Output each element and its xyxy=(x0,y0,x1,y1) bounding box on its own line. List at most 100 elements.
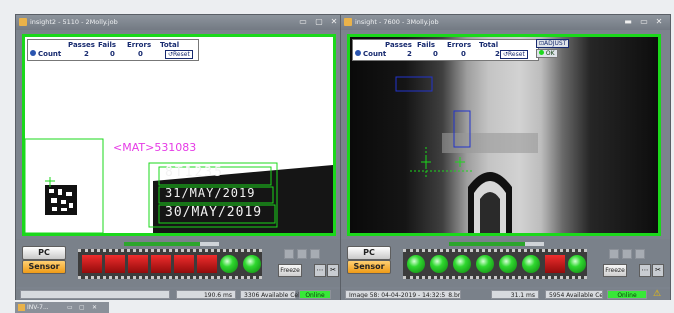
filmstrip-cell-red[interactable] xyxy=(174,255,194,273)
date-text-2: 30/MAY/2019 xyxy=(165,205,263,220)
adjust-button[interactable]: ⊡ADJUST xyxy=(536,39,570,48)
filmstrip-cell-red[interactable] xyxy=(128,255,148,273)
acquisition-progress xyxy=(449,242,544,246)
locate-tool-box xyxy=(395,76,433,92)
restore-icon[interactable]: ▢ xyxy=(314,17,324,27)
passes-header: Passes xyxy=(385,41,412,49)
insight-app-icon xyxy=(19,18,27,26)
progress-fill xyxy=(124,242,200,246)
control-panel: PC Sensor Freeze ⋯ ✂ xyxy=(341,239,670,287)
minimized-window-label: INV-7... xyxy=(27,304,49,311)
minimized-window-tab[interactable]: INV-7... ▭ ▢ ✕ xyxy=(15,302,109,313)
inspection-image xyxy=(25,138,333,233)
filmstrip-cell-green[interactable] xyxy=(499,255,517,273)
view-mode-icon-1[interactable] xyxy=(609,249,619,259)
filmstrip-cell-green[interactable] xyxy=(407,255,425,273)
warning-icon[interactable]: ⚠ xyxy=(653,289,661,299)
freeze-button[interactable]: Freeze xyxy=(603,264,627,277)
fails-header: Fails xyxy=(98,41,117,49)
status-bar: 190.6 ms 3306 Available Cells Online xyxy=(16,289,345,300)
total-header: Total xyxy=(160,41,180,49)
filmstrip-cell-red[interactable] xyxy=(105,255,125,273)
filmstrip-cell-red[interactable] xyxy=(197,255,217,273)
filmstrip-cell-green[interactable] xyxy=(476,255,494,273)
window-titlebar[interactable]: insight2 - 5110 - 2Molly.job ▭ ▢ ✕ xyxy=(16,15,345,30)
errors-header: Errors xyxy=(447,41,472,49)
filmstrip-cell-red[interactable] xyxy=(82,255,102,273)
filmstrip-cell-green[interactable] xyxy=(522,255,540,273)
status-bar: Image 58: 04-04-2019 - 14:32:5_8.bmp 31.… xyxy=(341,289,670,300)
total-header: Total xyxy=(479,41,499,49)
minimize-icon[interactable]: ▭ xyxy=(298,17,308,27)
count-label: Count xyxy=(38,50,62,58)
close-icon[interactable]: ✕ xyxy=(654,17,664,27)
settings-icon[interactable]: ⋯ xyxy=(314,264,326,277)
filmstrip-cell-green[interactable] xyxy=(430,255,448,273)
camera-image-view[interactable]: Count Passes Fails Errors Total 2 0 0 2 … xyxy=(347,34,661,236)
adjust-label: ADJUST xyxy=(544,40,567,47)
pc-button[interactable]: PC xyxy=(22,246,66,260)
errors-value: 0 xyxy=(138,50,143,58)
filmstrip-cell-red[interactable] xyxy=(545,255,565,273)
sensor-button[interactable]: Sensor xyxy=(347,260,391,274)
date-text-1: 31/MAY/2019 xyxy=(165,186,256,200)
minimize-icon[interactable]: ▬ xyxy=(623,17,633,27)
inspection-image xyxy=(395,76,538,233)
status-cells: 5954 Available Cells xyxy=(545,290,603,299)
fails-value: 0 xyxy=(110,50,115,58)
view-mode-icon-2[interactable] xyxy=(297,249,307,259)
minimize-icon[interactable]: ▭ xyxy=(67,302,73,313)
status-message xyxy=(20,290,170,299)
view-mode-icon-2[interactable] xyxy=(622,249,632,259)
view-mode-icon-3[interactable] xyxy=(310,249,320,259)
filmstrip-cell-green[interactable] xyxy=(453,255,471,273)
filmstrip[interactable] xyxy=(403,249,587,279)
filmstrip[interactable] xyxy=(78,249,262,279)
count-label: Count xyxy=(363,50,387,58)
datamatrix-code xyxy=(45,185,77,215)
count-icon xyxy=(355,50,361,56)
status-cells: 3306 Available Cells xyxy=(240,290,305,299)
insight-window-5110[interactable]: insight2 - 5110 - 2Molly.job ▭ ▢ ✕ <MAT>… xyxy=(15,14,346,300)
insight-window-7600[interactable]: insight - 7600 - 3Molly.job ▬ ▭ ✕ Count … xyxy=(340,14,671,300)
camera-image-view[interactable]: <MAT>531083 8T1235 31/MAY/2019 30/MAY/20… xyxy=(22,34,336,236)
tools-icon[interactable]: ✂ xyxy=(327,264,339,277)
restore-icon[interactable]: ▢ xyxy=(79,302,85,313)
control-panel: PC Sensor Freeze ⋯ ✂ xyxy=(16,239,345,287)
pc-button[interactable]: PC xyxy=(347,246,391,260)
tools-icon[interactable]: ✂ xyxy=(652,264,664,277)
passes-header: Passes xyxy=(68,41,95,49)
restore-icon[interactable]: ▭ xyxy=(639,17,649,27)
sensor-button[interactable]: Sensor xyxy=(22,260,66,274)
errors-header: Errors xyxy=(127,41,152,49)
filmstrip-cell-green[interactable] xyxy=(243,255,261,273)
filmstrip-cell-red[interactable] xyxy=(151,255,171,273)
window-title: insight - 7600 - 3Molly.job xyxy=(355,18,439,26)
reset-button[interactable]: ↺Reset xyxy=(165,50,193,59)
close-icon[interactable]: ✕ xyxy=(92,302,97,313)
fails-header: Fails xyxy=(417,41,436,49)
settings-icon[interactable]: ⋯ xyxy=(639,264,651,277)
progress-fill xyxy=(449,242,525,246)
ok-indicator: OK xyxy=(536,49,558,58)
ok-label: OK xyxy=(545,50,555,57)
view-mode-icon-3[interactable] xyxy=(635,249,645,259)
acquisition-progress xyxy=(124,242,219,246)
close-icon[interactable]: ✕ xyxy=(329,17,339,27)
passes-value: 2 xyxy=(84,50,89,58)
window-title: insight2 - 5110 - 2Molly.job xyxy=(30,18,118,26)
filmstrip-cell-green[interactable] xyxy=(568,255,586,273)
filmstrip-cell-green[interactable] xyxy=(220,255,238,273)
freeze-button[interactable]: Freeze xyxy=(278,264,302,277)
errors-value: 0 xyxy=(461,50,466,58)
reset-button[interactable]: ↺Reset xyxy=(500,50,528,59)
insight-app-icon xyxy=(18,304,25,311)
view-mode-icon-1[interactable] xyxy=(284,249,294,259)
reset-label: Reset xyxy=(173,51,190,58)
status-image-info: Image 58: 04-04-2019 - 14:32:5_8.bmp xyxy=(345,290,461,299)
ok-icon xyxy=(539,50,544,55)
status-online: Online xyxy=(299,290,331,299)
window-titlebar[interactable]: insight - 7600 - 3Molly.job ▬ ▭ ✕ xyxy=(341,15,670,30)
insight-app-icon xyxy=(344,18,352,26)
status-online: Online xyxy=(607,290,647,299)
